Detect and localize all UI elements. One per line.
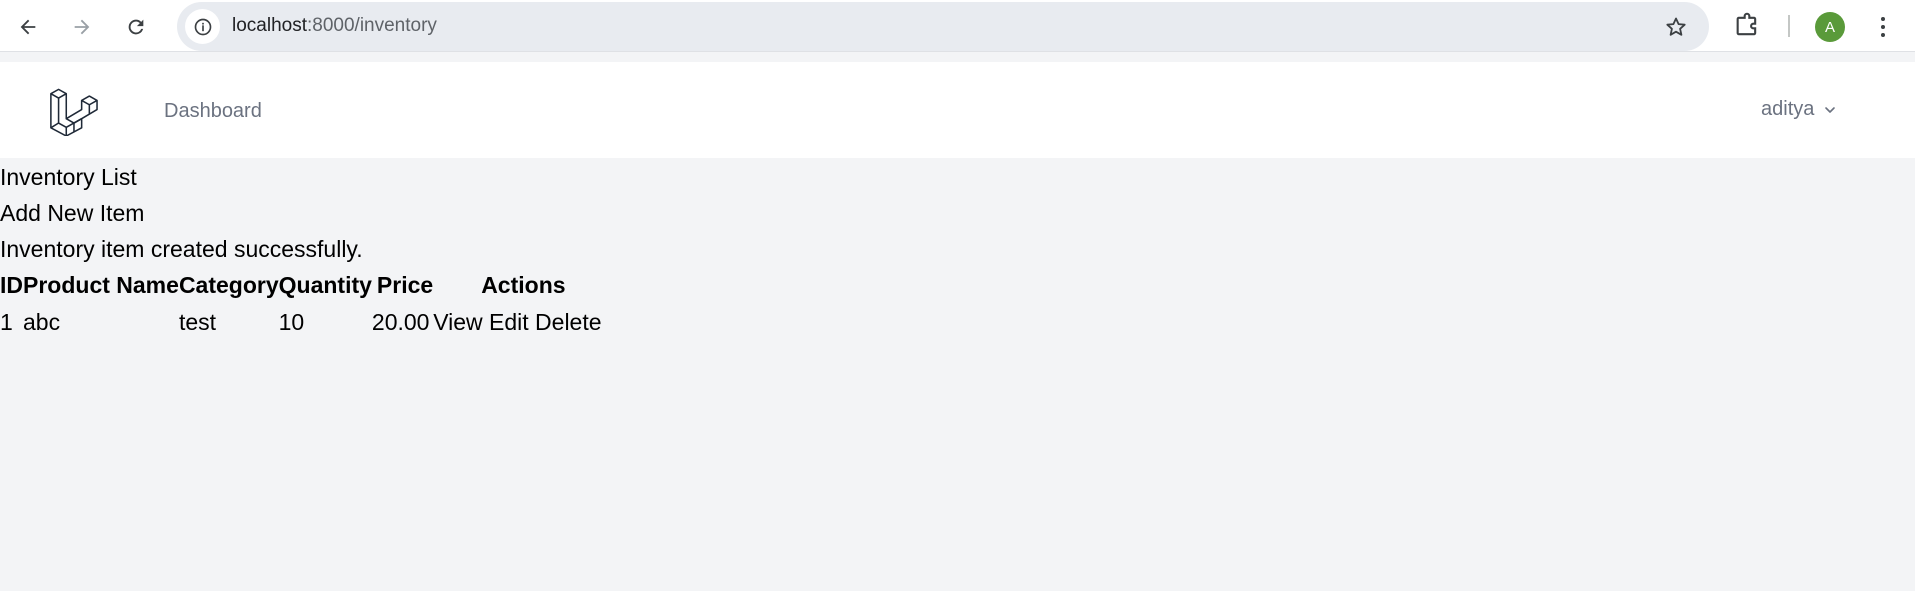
column-header-price: Price [376,272,434,298]
flash-message: Inventory item created successfully. [0,236,363,262]
reload-button[interactable] [117,8,155,46]
edit-link[interactable]: Edit [489,309,529,335]
cell-quantity: 10 [278,309,305,335]
info-icon [194,18,211,35]
cell-actions: View Edit Delete [433,301,601,344]
cell-price: 20.00 [371,309,430,335]
back-button[interactable] [9,8,47,46]
browser-toolbar: localhost:8000/inventory A [0,0,1915,52]
cell-category: test [178,309,217,335]
profile-avatar[interactable]: A [1815,12,1845,42]
puzzle-icon [1736,12,1757,36]
nav-link-dashboard[interactable]: Dashboard [164,100,262,123]
column-header-quantity: Quantity [278,272,372,298]
bookmark-button[interactable] [1663,14,1689,40]
column-header-category: Category [178,272,279,298]
table-row: 1 abc test 10 20.00 View Edit Delete [0,301,602,344]
column-header-id: ID [0,272,23,298]
inventory-table: ID Product Name Category Quantity Price … [0,270,602,344]
column-header-product-name: Product Name [23,272,179,298]
arrow-right-icon [74,19,90,35]
app-navbar: Dashboard aditya [0,62,1915,159]
user-name: aditya [1761,98,1815,120]
view-link[interactable]: View [433,309,482,335]
reload-icon [128,19,144,35]
kebab-menu-icon [1881,17,1885,21]
extensions-button[interactable] [1733,12,1761,40]
star-icon [1666,17,1686,36]
url-host: localhost [232,15,307,36]
user-dropdown[interactable]: aditya [1761,98,1838,121]
browser-menu-button[interactable] [1870,10,1896,44]
table-header-row: ID Product Name Category Quantity Price … [0,270,602,301]
cell-id: 1 [0,309,13,335]
url-text[interactable]: localhost:8000/inventory [232,15,437,37]
toolbar-divider [1788,15,1790,37]
page-title: Inventory List [0,164,137,190]
add-new-item-link[interactable]: Add New Item [0,200,144,227]
laravel-logo-icon[interactable] [48,86,98,137]
arrow-left-icon [20,19,36,35]
url-path: :8000/inventory [307,15,437,36]
site-info-button[interactable] [185,9,220,44]
delete-link[interactable]: Delete [535,309,601,335]
address-bar[interactable]: localhost:8000/inventory [177,2,1709,51]
chevron-down-icon [1825,106,1836,113]
cell-product-name: abc [23,309,61,335]
column-header-actions: Actions [481,272,566,298]
forward-button[interactable] [63,8,101,46]
